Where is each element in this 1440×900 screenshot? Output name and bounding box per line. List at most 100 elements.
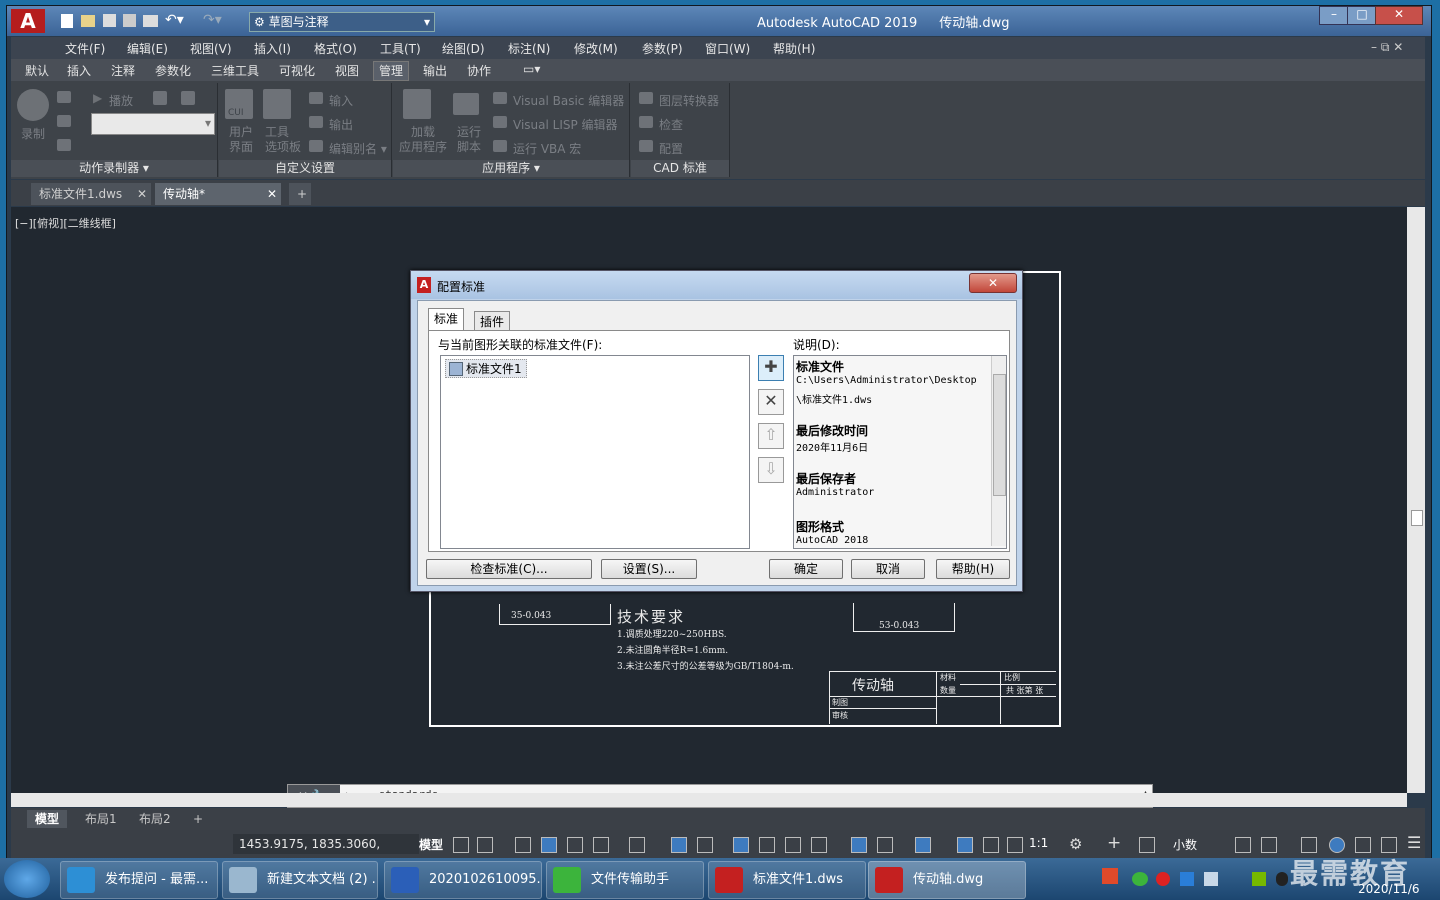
network-icon[interactable]	[1204, 872, 1218, 886]
vertical-scrollbar[interactable]	[1407, 207, 1425, 793]
doc-tab-driveshaft[interactable]: 传动轴* ✕	[155, 183, 281, 205]
panel-action-recorder-title[interactable]: 动作录制器 ▾	[11, 160, 217, 177]
edit-aliases-icon[interactable]	[309, 140, 323, 152]
isolate-objects-icon[interactable]	[1301, 837, 1317, 853]
insert-base-icon[interactable]	[57, 139, 71, 151]
help-button[interactable]: 帮助(H)	[936, 559, 1010, 579]
load-application-icon[interactable]	[403, 89, 431, 119]
infer-icon[interactable]	[515, 837, 531, 853]
preference-icon[interactable]	[153, 91, 167, 105]
panel-applications-title[interactable]: 应用程序 ▾	[393, 160, 629, 177]
move-up-button[interactable]: ⇧	[758, 423, 784, 449]
menu-dimension[interactable]: 标注(N)	[508, 40, 550, 57]
manage-actions-icon[interactable]	[181, 91, 195, 105]
tab-view[interactable]: 视图	[335, 62, 359, 79]
wechat-tray-icon[interactable]	[1132, 872, 1148, 886]
nvidia-icon[interactable]	[1252, 872, 1266, 886]
polar-icon[interactable]	[593, 837, 609, 853]
tab-default[interactable]: 默认	[25, 62, 49, 79]
3d-osnap-icon[interactable]	[811, 837, 827, 853]
run-vba-icon[interactable]	[493, 140, 507, 152]
fullscreen-icon[interactable]	[1381, 837, 1397, 853]
menu-format[interactable]: 格式(O)	[314, 40, 357, 57]
ribbon-options-icon[interactable]: ▭▾	[523, 62, 540, 76]
system-tray[interactable]	[1100, 868, 1290, 888]
menu-draw[interactable]: 绘图(D)	[442, 40, 485, 57]
undo-icon[interactable]: ↶▾	[165, 12, 184, 28]
annotation-scale-icon[interactable]	[1007, 837, 1023, 853]
tab-3dtools[interactable]: 三维工具	[211, 62, 259, 79]
tab-layout1[interactable]: 布局1	[77, 810, 125, 828]
tab-parametric[interactable]: 参数化	[155, 62, 191, 79]
menu-edit[interactable]: 编辑(E)	[127, 40, 168, 57]
tool-palettes-icon[interactable]	[263, 89, 291, 119]
tab-manage[interactable]: 管理	[373, 61, 410, 81]
lineweight-icon[interactable]	[733, 837, 749, 853]
settings-button[interactable]: 设置(S)...	[601, 559, 697, 579]
input-method-icon[interactable]	[1102, 868, 1118, 884]
check-standards-button[interactable]: 检查标准(C)...	[426, 559, 592, 579]
description-scrollbar[interactable]	[991, 356, 1006, 546]
annotation-monitor-icon[interactable]: +	[1107, 833, 1121, 853]
description-scroll-thumb[interactable]	[993, 374, 1006, 496]
print-icon[interactable]	[143, 15, 158, 27]
play-icon[interactable]: ▶	[93, 91, 102, 105]
doc-tab-standards[interactable]: 标准文件1.dws ✕	[31, 183, 151, 205]
tab-model[interactable]: 模型	[27, 810, 68, 828]
maximize-button[interactable]: □	[1347, 6, 1377, 25]
auto-scale-icon[interactable]	[983, 837, 999, 853]
run-script-icon[interactable]	[453, 93, 479, 115]
scroll-thumb[interactable]	[1411, 510, 1423, 526]
model-space-button[interactable]: 模型	[419, 836, 443, 853]
qq-icon[interactable]	[1276, 872, 1288, 886]
menu-help[interactable]: 帮助(H)	[773, 40, 815, 57]
weibo-icon[interactable]	[1156, 872, 1170, 886]
hardware-acceleration-icon[interactable]	[1329, 837, 1345, 853]
close-icon[interactable]: ✕	[137, 183, 147, 205]
insert-message-icon[interactable]	[57, 91, 71, 103]
move-down-button[interactable]: ⇩	[758, 457, 784, 483]
add-layout-button[interactable]: +	[185, 810, 211, 828]
gear-icon[interactable]: ⚙	[1069, 835, 1082, 853]
tab-output[interactable]: 输出	[423, 62, 447, 79]
quick-properties-icon[interactable]	[1235, 837, 1251, 853]
customization-menu-icon[interactable]: ☰	[1407, 833, 1421, 852]
ortho-icon[interactable]	[567, 837, 583, 853]
export-icon[interactable]	[309, 116, 323, 128]
menu-tools[interactable]: 工具(T)	[380, 40, 421, 57]
gizmo-icon[interactable]	[915, 837, 931, 853]
taskbar-item-document[interactable]: 2020102610095...	[384, 861, 542, 899]
security-icon[interactable]	[1180, 872, 1194, 886]
workspace-select[interactable]: ⚙ 草图与注释 ▾	[249, 12, 435, 32]
isodraft-icon[interactable]	[629, 837, 645, 853]
transparency-icon[interactable]	[759, 837, 775, 853]
taskbar-item-driveshaft[interactable]: 传动轴.dwg	[868, 861, 1026, 899]
osnap-icon[interactable]	[697, 837, 713, 853]
configure-icon[interactable]	[639, 140, 653, 152]
close-button[interactable]: ✕	[1375, 6, 1423, 25]
taskbar-item-notepad[interactable]: 新建文本文档 (2) ...	[222, 861, 378, 899]
saveas-icon[interactable]	[123, 14, 136, 27]
taskbar-item-wechat[interactable]: 文件传输助手	[546, 861, 704, 899]
open-icon[interactable]	[81, 15, 95, 27]
redo-icon[interactable]: ↷▾	[203, 12, 222, 28]
dialog-close-button[interactable]: ✕	[969, 273, 1017, 293]
menu-file[interactable]: 文件(F)	[65, 40, 105, 57]
tab-insert[interactable]: 插入	[67, 62, 91, 79]
menu-modify[interactable]: 修改(M)	[574, 40, 618, 57]
taskbar-item-standards[interactable]: 标准文件1.dws	[708, 861, 866, 899]
add-standards-button[interactable]: ✚	[758, 355, 784, 381]
selection-filter-icon[interactable]	[877, 837, 893, 853]
units-value[interactable]: 小数	[1173, 836, 1197, 853]
save-icon[interactable]	[103, 14, 116, 27]
layer-translator-icon[interactable]	[639, 92, 653, 104]
cancel-button[interactable]: 取消	[851, 559, 925, 579]
import-icon[interactable]	[309, 92, 323, 104]
cui-icon[interactable]: CUI	[225, 89, 253, 119]
request-input-icon[interactable]	[57, 115, 71, 127]
tab-layout2[interactable]: 布局2	[131, 810, 179, 828]
action-macro-select[interactable]: ▾	[91, 113, 215, 135]
snap-icon[interactable]	[477, 837, 493, 853]
horizontal-scrollbar[interactable]	[11, 793, 1407, 807]
ok-button[interactable]: 确定	[769, 559, 843, 579]
